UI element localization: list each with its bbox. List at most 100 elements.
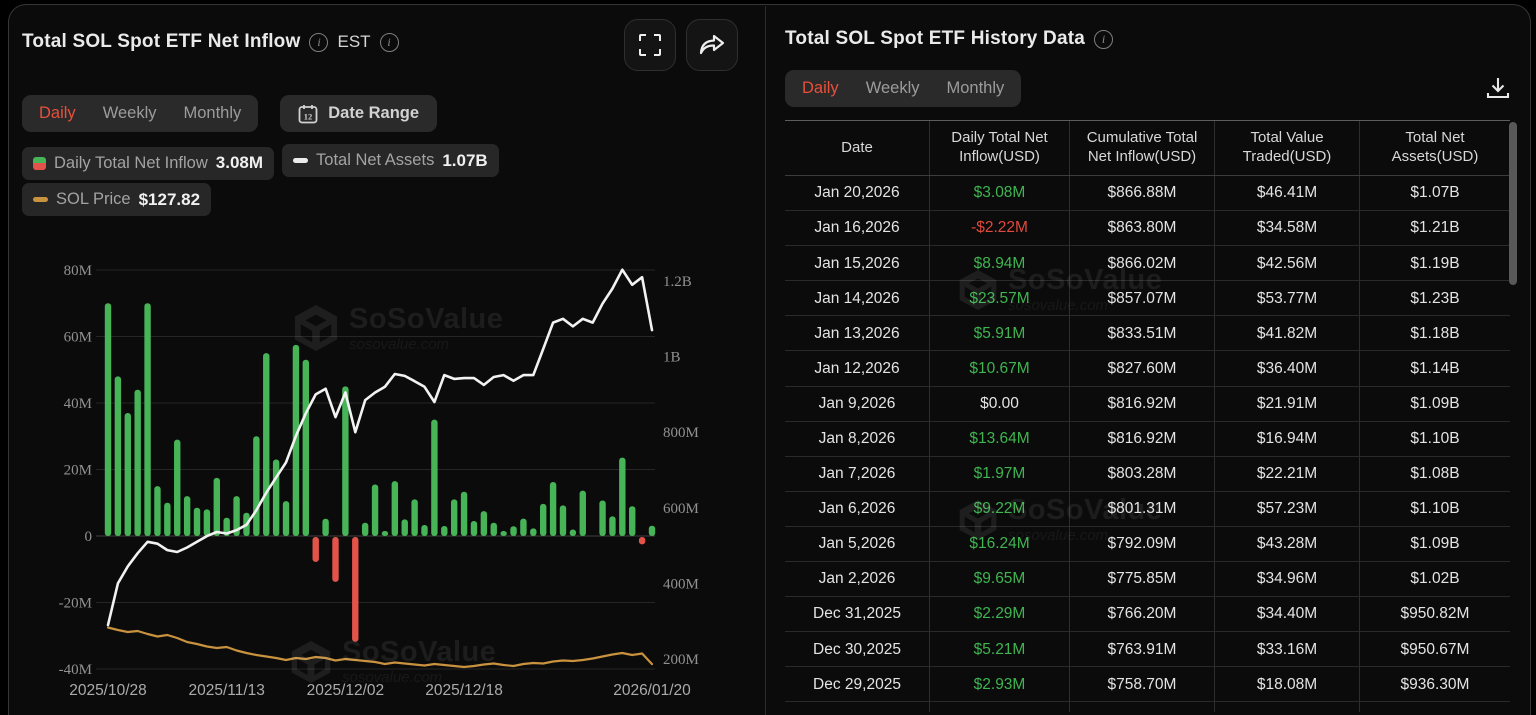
inflow-bar-positive[interactable]: [382, 531, 388, 536]
inflow-bar-positive[interactable]: [599, 501, 605, 536]
cell-value: $857.07M: [1070, 281, 1215, 315]
cell-date: Jan 15,2026: [785, 246, 930, 280]
inflow-bar-positive[interactable]: [303, 360, 309, 536]
inflow-bar-positive[interactable]: [184, 496, 190, 536]
table-row: Jan 14,2026$23.57M$857.07M$53.77M$1.23B: [785, 281, 1510, 316]
inflow-bar-negative[interactable]: [332, 537, 338, 582]
inflow-bar-positive[interactable]: [154, 486, 160, 536]
inflow-bar-positive[interactable]: [491, 523, 497, 536]
chart-legend: Daily Total Net Inflow3.08MTotal Net Ass…: [22, 144, 722, 180]
cell-value: $1.09B: [1360, 387, 1510, 421]
tab-daily[interactable]: Daily: [802, 79, 839, 98]
inflow-bar-positive[interactable]: [530, 528, 536, 536]
inflow-bar-positive[interactable]: [214, 478, 220, 536]
inflow-bar-positive[interactable]: [204, 509, 210, 536]
cell-value: $22.21M: [1215, 457, 1360, 491]
info-icon[interactable]: i: [1094, 30, 1113, 49]
legend-badge-sol-price[interactable]: SOL Price$127.82: [22, 183, 211, 216]
cell-date: Jan 5,2026: [785, 527, 930, 561]
tab-weekly[interactable]: Weekly: [103, 104, 157, 123]
inflow-bar-positive[interactable]: [520, 519, 526, 536]
inflow-bar-positive[interactable]: [609, 516, 615, 536]
inflow-bar-positive[interactable]: [649, 526, 655, 536]
inflow-bar-positive[interactable]: [550, 482, 556, 536]
tab-monthly[interactable]: Monthly: [946, 79, 1004, 98]
tab-daily[interactable]: Daily: [39, 104, 76, 123]
cell-value: $5.91M: [930, 316, 1070, 350]
x-axis-tick: 2025/12/02: [307, 682, 385, 699]
timezone-label: EST: [337, 32, 370, 52]
chart-panel-header: Total SOL Spot ETF Net Inflow i EST i: [22, 31, 399, 53]
cell-date: Jan 20,2026: [785, 176, 930, 210]
inflow-bar-positive[interactable]: [105, 303, 111, 536]
download-button[interactable]: [1484, 74, 1512, 107]
inflow-bar-positive[interactable]: [580, 491, 586, 536]
sol-price-line[interactable]: [108, 628, 652, 668]
inflow-bar-positive[interactable]: [481, 511, 487, 536]
inflow-bar-positive[interactable]: [144, 303, 150, 536]
inflow-bar-positive[interactable]: [421, 525, 427, 536]
inflow-bar-positive[interactable]: [263, 353, 269, 536]
inflow-bar-positive[interactable]: [115, 376, 121, 536]
cell-value: $936.30M: [1360, 667, 1510, 701]
inflow-bar-positive[interactable]: [174, 440, 180, 536]
date-range-button[interactable]: 12 Date Range: [280, 95, 437, 132]
inflow-bar-negative[interactable]: [313, 537, 319, 562]
cell-value: $10.67M: [930, 351, 1070, 385]
fullscreen-icon: [639, 34, 661, 56]
legend-swatch-total-net-assets: [293, 158, 308, 163]
inflow-bar-positive[interactable]: [194, 508, 200, 536]
inflow-bar-positive[interactable]: [540, 504, 546, 536]
inflow-bar-positive[interactable]: [431, 420, 437, 536]
fullscreen-button[interactable]: [624, 19, 676, 71]
inflow-bar-positive[interactable]: [570, 529, 576, 536]
tab-weekly[interactable]: Weekly: [866, 79, 920, 98]
legend-swatch-sol-price: [33, 197, 48, 202]
cell-value: $57.23M: [1215, 492, 1360, 526]
inflow-bar-positive[interactable]: [273, 460, 279, 536]
share-button[interactable]: [686, 19, 738, 71]
inflow-bar-positive[interactable]: [629, 506, 635, 536]
inflow-bar-positive[interactable]: [560, 505, 566, 536]
legend-badge-daily-net-inflow[interactable]: Daily Total Net Inflow3.08M: [22, 147, 274, 180]
info-icon[interactable]: i: [309, 33, 328, 52]
inflow-bar-positive[interactable]: [461, 492, 467, 536]
inflow-bar-positive[interactable]: [134, 390, 140, 536]
column-header: Daily Total Net Inflow(USD): [930, 121, 1070, 175]
cell-date: Jan 13,2026: [785, 316, 930, 350]
table-scrollbar[interactable]: [1509, 122, 1517, 285]
inflow-bar-positive[interactable]: [500, 531, 506, 536]
inflow-bar-positive[interactable]: [392, 481, 398, 536]
inflow-bar-positive[interactable]: [510, 526, 516, 536]
table-row: Jan 15,2026$8.94M$866.02M$42.56M$1.19B: [785, 246, 1510, 281]
inflow-bar-positive[interactable]: [322, 519, 328, 536]
info-icon[interactable]: i: [380, 33, 399, 52]
inflow-bar-negative[interactable]: [352, 537, 358, 642]
left-axis-tick: -40M: [59, 662, 92, 678]
inflow-bar-positive[interactable]: [253, 436, 259, 536]
inflow-bar-positive[interactable]: [283, 501, 289, 536]
cell-value: $866.88M: [1070, 176, 1215, 210]
table-row: Jan 8,2026$13.64M$816.92M$16.94M$1.10B: [785, 422, 1510, 457]
inflow-bar-positive[interactable]: [451, 499, 457, 536]
legend-label: SOL Price: [56, 190, 131, 209]
inflow-bar-positive[interactable]: [342, 386, 348, 536]
inflow-bar-positive[interactable]: [411, 499, 417, 536]
inflow-bar-positive[interactable]: [619, 458, 625, 536]
inflow-bar-positive[interactable]: [441, 526, 447, 536]
inflow-bar-positive[interactable]: [164, 503, 170, 536]
left-axis-tick: -20M: [59, 596, 92, 612]
table-row-partial: [785, 702, 1510, 712]
inflow-bar-positive[interactable]: [362, 523, 368, 536]
legend-badge-total-net-assets[interactable]: Total Net Assets1.07B: [282, 144, 499, 177]
inflow-bar-negative[interactable]: [639, 537, 645, 544]
net-assets-line[interactable]: [108, 270, 652, 625]
cell-value: $16.94M: [1215, 422, 1360, 456]
inflow-bar-positive[interactable]: [471, 521, 477, 536]
inflow-bar-positive[interactable]: [402, 519, 408, 536]
cell-partial: [1070, 702, 1215, 712]
inflow-bar-positive[interactable]: [372, 484, 378, 536]
inflow-bar-positive[interactable]: [125, 413, 131, 536]
tab-monthly[interactable]: Monthly: [183, 104, 241, 123]
etf-inflow-chart[interactable]: 80M60M40M20M0-20M-40M1.2B1B800M600M400M2…: [0, 250, 760, 715]
